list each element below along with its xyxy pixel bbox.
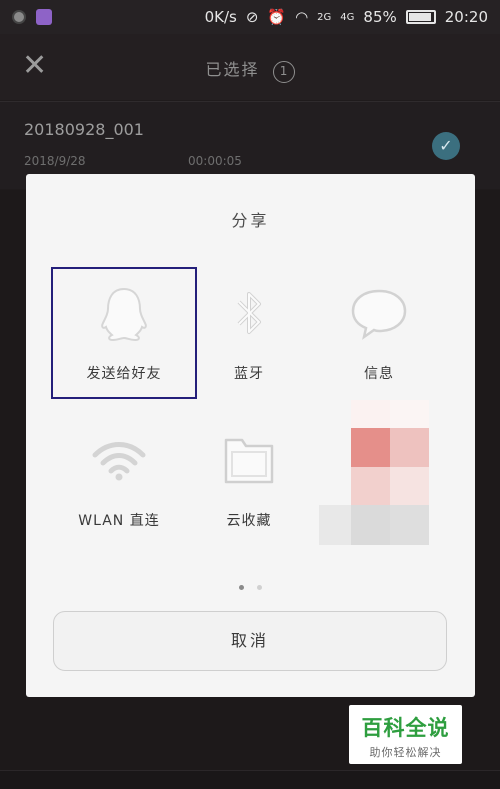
page-indicator <box>26 575 475 594</box>
message-bubble-icon <box>351 289 407 340</box>
wifi-icon <box>92 442 146 481</box>
header-title-text: 已选择 <box>205 60 260 79</box>
file-duration: 00:00:05 <box>188 154 242 168</box>
file-name: 20180928_001 <box>24 120 144 139</box>
share-dialog: 分享 发送给好友 蓝牙 信息 WLAN 直连 云收藏 取消 <box>26 174 475 697</box>
share-message-button[interactable]: 信息 <box>306 267 452 397</box>
share-item-label: 蓝牙 <box>234 366 264 382</box>
watermark-logo: 百科全说 助你轻松解决 <box>349 705 462 764</box>
share-cloud-favorite-button[interactable]: 云收藏 <box>176 414 322 544</box>
qq-penguin-icon <box>101 287 147 342</box>
watermark-title: 百科全说 <box>361 716 450 740</box>
signal-2g: 2G <box>317 11 332 23</box>
mute-icon: ⊘ <box>245 8 259 26</box>
page-title: 已选择 1 <box>0 56 500 83</box>
dialog-title: 分享 <box>231 211 270 230</box>
page-dot <box>257 585 263 590</box>
pixelated-share-item[interactable] <box>319 400 429 545</box>
bluetooth-icon <box>237 292 261 334</box>
clock: 20:20 <box>444 8 488 26</box>
cancel-button[interactable]: 取消 <box>53 611 447 671</box>
notification-icon <box>12 10 26 24</box>
selected-count-badge: 1 <box>272 61 295 83</box>
share-item-label: 云收藏 <box>226 513 272 529</box>
file-date: 2018/9/28 <box>24 154 86 168</box>
watermark-subtitle: 助你轻松解决 <box>369 746 442 759</box>
page-dot-active <box>238 585 244 590</box>
gallery-app-icon <box>36 9 52 25</box>
network-speed: 0K/s <box>204 8 237 26</box>
app-header: ✕ 已选择 1 <box>0 34 500 100</box>
status-bar: 0K/s ⊘ ⏰ ◠ 2G 4G 85% 20:20 <box>0 0 500 34</box>
share-wlan-direct-button[interactable]: WLAN 直连 <box>46 414 192 544</box>
wifi-status-icon: ◠ <box>295 8 309 26</box>
battery-percent: 85% <box>363 8 397 26</box>
bottom-toolbar <box>0 770 500 789</box>
share-item-label: WLAN 直连 <box>78 513 160 529</box>
share-item-label: 信息 <box>364 366 394 382</box>
alarm-icon: ⏰ <box>267 8 287 26</box>
cloud-folder-icon <box>224 438 274 484</box>
share-bluetooth-button[interactable]: 蓝牙 <box>176 267 322 397</box>
battery-icon <box>405 10 436 24</box>
checkmark-icon[interactable]: ✓ <box>432 132 460 160</box>
signal-4g: 4G <box>340 11 355 23</box>
